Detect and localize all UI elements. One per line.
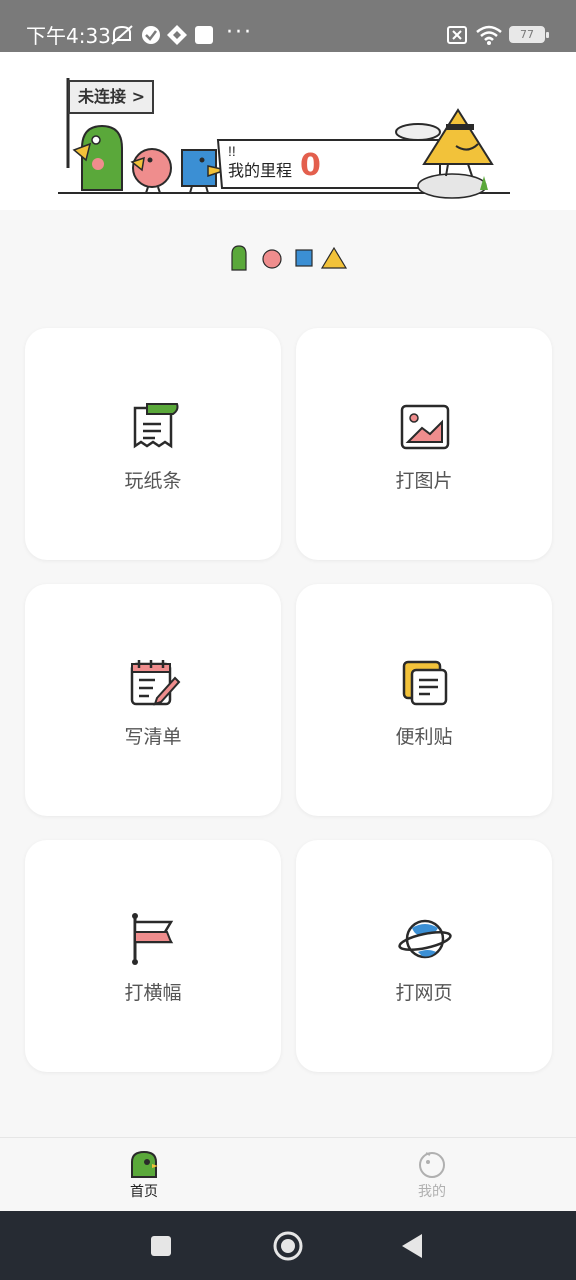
card-label: 打网页 bbox=[395, 982, 453, 1004]
mute-icon bbox=[111, 25, 133, 45]
wifi-icon bbox=[476, 25, 502, 45]
card-webpage[interactable]: 打网页 bbox=[296, 840, 552, 1072]
nav-mine[interactable]: 我的 bbox=[387, 1148, 477, 1208]
battery-level: 77 bbox=[511, 28, 543, 41]
checklist-icon bbox=[130, 660, 181, 706]
bottom-nav: 首页 我的 bbox=[0, 1137, 576, 1211]
check-circle-icon bbox=[142, 26, 160, 44]
nav-home-label: 首页 bbox=[130, 1184, 158, 1200]
card-label: 玩纸条 bbox=[124, 470, 182, 492]
card-checklist[interactable]: 写清单 bbox=[25, 584, 281, 816]
card-label: 写清单 bbox=[124, 726, 182, 748]
card-label: 打横幅 bbox=[124, 982, 182, 1004]
card-label: 便利贴 bbox=[395, 726, 453, 748]
mascots-decoration bbox=[231, 245, 348, 271]
more-notifications-icon: ··· bbox=[226, 20, 253, 45]
planet-icon bbox=[398, 919, 452, 959]
connect-status-button[interactable]: 未连接 > bbox=[68, 80, 154, 114]
mascot-illustration: !! bbox=[58, 78, 510, 199]
mileage-value: 0 bbox=[300, 148, 321, 183]
image-icon bbox=[400, 404, 450, 450]
card-banner[interactable]: 打横幅 bbox=[25, 840, 281, 1072]
home-circle-icon[interactable] bbox=[270, 1228, 306, 1264]
exclaim-text: !! bbox=[228, 143, 236, 159]
no-sim-icon bbox=[447, 26, 467, 44]
card-label: 打图片 bbox=[395, 470, 453, 492]
card-paper-strip[interactable]: 玩纸条 bbox=[25, 328, 281, 560]
back-triangle-icon[interactable] bbox=[394, 1228, 430, 1264]
system-navigation-bar bbox=[0, 1211, 576, 1280]
profile-bird-icon bbox=[419, 1152, 445, 1178]
app-notification-icon bbox=[195, 26, 213, 44]
nfc-icon bbox=[167, 25, 187, 45]
mileage-label: 我的里程 bbox=[228, 161, 293, 180]
nav-home[interactable]: 首页 bbox=[99, 1148, 189, 1208]
status-bar: 下午4:33 ··· 77 bbox=[0, 0, 576, 52]
home-bird-icon bbox=[131, 1150, 158, 1178]
sticky-note-icon bbox=[402, 660, 448, 706]
status-time: 下午4:33 bbox=[26, 24, 111, 48]
recent-apps-icon[interactable] bbox=[143, 1228, 179, 1264]
nav-mine-label: 我的 bbox=[418, 1184, 446, 1200]
card-sticky-note[interactable]: 便利贴 bbox=[296, 584, 552, 816]
banner-flag-icon bbox=[132, 913, 174, 965]
header-banner: !! 未连接 > 我的里程 0 bbox=[0, 52, 576, 210]
paper-strip-icon bbox=[133, 403, 179, 449]
card-image[interactable]: 打图片 bbox=[296, 328, 552, 560]
battery-icon: 77 bbox=[509, 26, 549, 43]
